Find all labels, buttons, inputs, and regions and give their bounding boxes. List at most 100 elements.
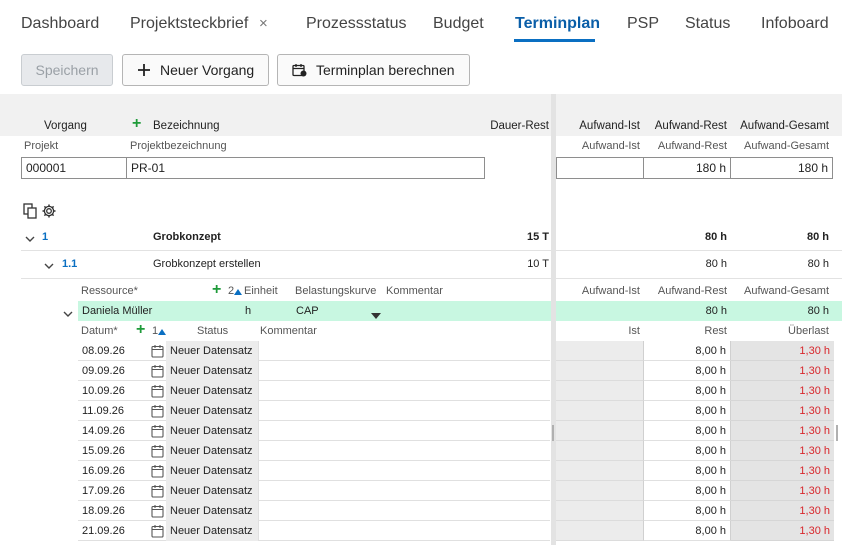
resource-aufwand-ist-header[interactable]: Aufwand-Ist — [556, 285, 640, 297]
column-aufwand-rest[interactable]: Aufwand-Rest — [644, 120, 727, 132]
date-cell[interactable]: 15.09.26 — [82, 441, 125, 461]
comment-cell[interactable] — [258, 461, 550, 481]
table-row[interactable]: 15.09.26 Neuer Datensatz — [78, 441, 550, 461]
date-cell[interactable]: 10.09.26 — [82, 381, 125, 401]
comment-cell[interactable] — [258, 441, 550, 461]
load-curve-column-header[interactable]: Belastungskurve — [295, 285, 376, 297]
table-row[interactable]: 18.09.26 Neuer Datensatz — [78, 501, 550, 521]
ist-cell[interactable] — [556, 441, 644, 461]
comment-cell[interactable] — [258, 481, 550, 501]
splitter-grip[interactable] — [552, 425, 554, 441]
rest-cell[interactable]: 8,00 h — [644, 401, 731, 421]
date-cell[interactable]: 16.09.26 — [82, 461, 125, 481]
comment-cell[interactable] — [258, 361, 550, 381]
resource-column-header[interactable]: Ressource* — [81, 285, 138, 297]
status-cell[interactable]: Neuer Datensatz — [166, 521, 258, 541]
tab-projektsteckbrief[interactable]: Projektsteckbrief — [130, 15, 248, 33]
date-cell[interactable]: 11.09.26 — [82, 401, 124, 421]
date-cell[interactable]: 21.09.26 — [82, 521, 125, 541]
date-cell[interactable]: 08.09.26 — [82, 341, 125, 361]
table-row[interactable]: 08.09.26 Neuer Datensatz — [78, 341, 550, 361]
caret-down-icon[interactable] — [371, 308, 381, 322]
column-aufwand-gesamt[interactable]: Aufwand-Gesamt — [731, 120, 829, 132]
calendar-icon[interactable] — [151, 424, 164, 438]
chevron-down-icon[interactable] — [63, 307, 73, 321]
date-cell[interactable]: 18.09.26 — [82, 501, 125, 521]
comment-cell[interactable] — [258, 401, 550, 421]
scrollbar-grip[interactable] — [836, 425, 838, 441]
table-row[interactable]: 21.09.26 Neuer Datensatz — [78, 521, 550, 541]
save-button[interactable]: Speichern — [21, 54, 113, 86]
add-resource-icon[interactable]: + — [212, 281, 221, 299]
table-row[interactable]: 14.09.26 Neuer Datensatz — [78, 421, 550, 441]
status-cell[interactable]: Neuer Datensatz — [166, 381, 258, 401]
rest-cell[interactable]: 8,00 h — [644, 381, 731, 401]
tab-status[interactable]: Status — [685, 15, 730, 33]
calendar-icon[interactable] — [151, 464, 164, 478]
calculate-schedule-button[interactable]: Terminplan berechnen — [277, 54, 470, 86]
rest-column-header[interactable]: Rest — [644, 325, 727, 337]
new-task-button[interactable]: Neuer Vorgang — [122, 54, 269, 86]
column-aufwand-ist[interactable]: Aufwand-Ist — [556, 120, 640, 132]
rest-cell[interactable]: 8,00 h — [644, 421, 731, 441]
ist-cell[interactable] — [556, 461, 644, 481]
tab-dashboard[interactable]: Dashboard — [21, 15, 99, 33]
project-aufwand-rest-field[interactable]: 180 h — [643, 157, 731, 179]
chevron-down-icon[interactable] — [44, 259, 54, 273]
close-icon[interactable]: × — [259, 15, 268, 32]
tab-prozessstatus[interactable]: Prozessstatus — [306, 15, 406, 33]
column-dauer-rest[interactable]: Dauer-Rest — [480, 120, 549, 132]
table-row[interactable]: 17.09.26 Neuer Datensatz — [78, 481, 550, 501]
rest-cell[interactable]: 8,00 h — [644, 341, 731, 361]
comment-cell[interactable] — [258, 501, 550, 521]
copy-icon[interactable] — [23, 203, 38, 222]
project-aufwand-ist-field[interactable] — [556, 157, 644, 179]
rest-cell[interactable]: 8,00 h — [644, 521, 731, 541]
resource-aufwand-rest-header[interactable]: Aufwand-Rest — [644, 285, 727, 297]
date-comment-column-header[interactable]: Kommentar — [260, 325, 317, 337]
ist-cell[interactable] — [556, 421, 644, 441]
overload-column-header[interactable]: Überlast — [731, 325, 829, 337]
ist-cell[interactable] — [556, 361, 644, 381]
rest-cell[interactable]: 8,00 h — [644, 361, 731, 381]
calendar-icon[interactable] — [151, 484, 164, 498]
resource-unit[interactable]: h — [245, 305, 251, 317]
calendar-icon[interactable] — [151, 504, 164, 518]
table-row[interactable]: 16.09.26 Neuer Datensatz — [78, 461, 550, 481]
calendar-icon[interactable] — [151, 384, 164, 398]
unit-column-header[interactable]: Einheit — [244, 285, 278, 297]
status-column-header[interactable]: Status — [197, 325, 228, 337]
comment-cell[interactable] — [258, 421, 550, 441]
rest-cell[interactable]: 8,00 h — [644, 441, 731, 461]
status-cell[interactable]: Neuer Datensatz — [166, 341, 258, 361]
add-date-icon[interactable]: + — [136, 321, 145, 339]
gear-icon[interactable] — [41, 203, 57, 222]
ist-cell[interactable] — [556, 381, 644, 401]
project-id-field[interactable]: 000001 — [21, 157, 127, 179]
status-cell[interactable]: Neuer Datensatz — [166, 501, 258, 521]
tab-psp[interactable]: PSP — [627, 15, 659, 33]
table-row[interactable]: 09.09.26 Neuer Datensatz — [78, 361, 550, 381]
tab-budget[interactable]: Budget — [433, 15, 484, 33]
calendar-icon[interactable] — [151, 524, 164, 538]
load-curve-select[interactable]: CAP — [296, 305, 319, 317]
task-number[interactable]: 1 — [42, 231, 48, 243]
add-row-icon[interactable]: + — [132, 115, 141, 133]
date-cell[interactable]: 17.09.26 — [82, 481, 125, 501]
calendar-icon[interactable] — [151, 364, 164, 378]
resource-name[interactable]: Daniela Müller — [82, 305, 152, 317]
column-vorgang[interactable]: Vorgang — [44, 120, 87, 132]
comment-cell[interactable] — [258, 521, 550, 541]
subtask-number[interactable]: 1.1 — [62, 258, 77, 270]
date-column-header[interactable]: Datum* — [81, 325, 118, 337]
rest-cell[interactable]: 8,00 h — [644, 481, 731, 501]
status-cell[interactable]: Neuer Datensatz — [166, 421, 258, 441]
calendar-icon[interactable] — [151, 404, 164, 418]
rest-cell[interactable]: 8,00 h — [644, 501, 731, 521]
status-cell[interactable]: Neuer Datensatz — [166, 441, 258, 461]
comment-column-header[interactable]: Kommentar — [386, 285, 443, 297]
status-cell[interactable]: Neuer Datensatz — [166, 461, 258, 481]
status-cell[interactable]: Neuer Datensatz — [166, 361, 258, 381]
ist-cell[interactable] — [556, 521, 644, 541]
table-row[interactable]: 10.09.26 Neuer Datensatz — [78, 381, 550, 401]
